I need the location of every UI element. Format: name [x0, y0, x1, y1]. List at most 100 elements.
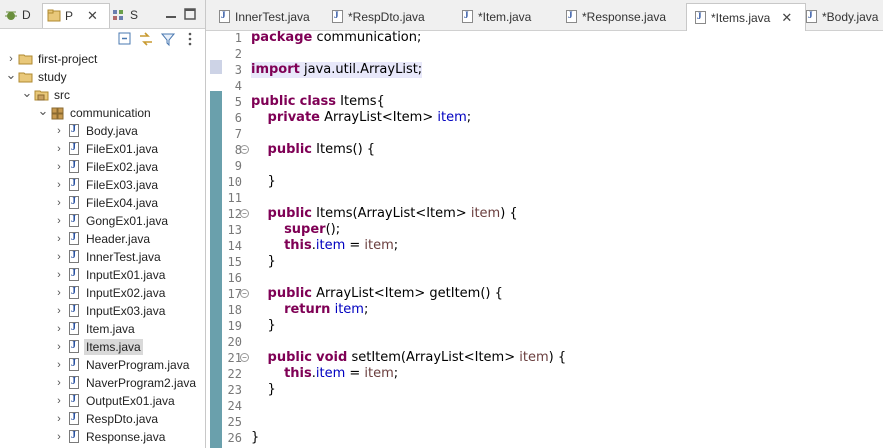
- close-icon[interactable]: ✕: [87, 8, 98, 24]
- editor-tab[interactable]: *Body.java: [798, 4, 883, 29]
- line-number: 16: [227, 271, 242, 285]
- tree-item[interactable]: › FileEx02.java: [0, 158, 205, 176]
- tree-item[interactable]: › first-project: [0, 50, 205, 68]
- chevron-right-icon[interactable]: ›: [54, 140, 64, 158]
- tree-item[interactable]: › Header.java: [0, 230, 205, 248]
- tree-item[interactable]: › FileEx03.java: [0, 176, 205, 194]
- tree-item[interactable]: ⌄ src: [0, 84, 205, 104]
- tab-servers[interactable]: S: [112, 3, 138, 27]
- line-number: 8: [234, 143, 242, 157]
- editor-tab-label: *RespDto.java: [348, 9, 425, 24]
- java-file-icon: [66, 375, 82, 391]
- servers-icon: [113, 10, 123, 20]
- tree-item[interactable]: › InputEx03.java: [0, 302, 205, 320]
- chevron-down-icon[interactable]: ⌄: [22, 84, 33, 102]
- chevron-right-icon[interactable]: ›: [54, 320, 64, 338]
- tab-debug[interactable]: D: [4, 3, 31, 27]
- code-line: super();: [284, 222, 341, 237]
- chevron-right-icon[interactable]: ›: [54, 158, 64, 176]
- chevron-right-icon[interactable]: ›: [54, 392, 64, 410]
- line-number: 10: [227, 175, 242, 189]
- tree-item-label: RespDto.java: [86, 412, 159, 426]
- editor-tab-label: *Response.java: [582, 9, 667, 24]
- chevron-right-icon[interactable]: ›: [54, 194, 64, 212]
- tree-item[interactable]: › GongEx01.java: [0, 212, 205, 230]
- line-number: 15: [227, 255, 242, 269]
- chevron-right-icon[interactable]: ›: [54, 374, 64, 392]
- chevron-right-icon[interactable]: ›: [54, 410, 64, 428]
- filter-icon[interactable]: [160, 31, 176, 47]
- chevron-right-icon[interactable]: ›: [54, 212, 64, 230]
- tree-item[interactable]: › RespDto.java: [0, 410, 205, 428]
- fold-toggle-icon[interactable]: −: [240, 289, 249, 298]
- tree-item[interactable]: › InputEx02.java: [0, 284, 205, 302]
- tree-item[interactable]: › Body.java: [0, 122, 205, 140]
- editor-tab[interactable]: *Item.java: [454, 4, 564, 29]
- chevron-right-icon[interactable]: ›: [54, 266, 64, 284]
- tab-package-explorer[interactable]: P ✕: [42, 3, 110, 28]
- package-icon: [50, 105, 66, 121]
- tree-item[interactable]: › OutputEx01.java: [0, 392, 205, 410]
- editor-tab[interactable]: *Items.java ✕: [686, 3, 806, 31]
- chevron-right-icon[interactable]: ›: [54, 248, 64, 266]
- tree-item[interactable]: › NaverProgram2.java: [0, 374, 205, 392]
- chevron-right-icon[interactable]: ›: [54, 284, 64, 302]
- chevron-right-icon[interactable]: ›: [54, 122, 64, 140]
- code-line: public class Items{: [251, 94, 385, 109]
- java-file-icon: [66, 321, 82, 337]
- chevron-right-icon[interactable]: ›: [54, 302, 64, 320]
- tree-item-label: Item.java: [86, 322, 135, 336]
- tree-item[interactable]: › Items.java: [0, 338, 205, 356]
- chevron-right-icon[interactable]: ›: [54, 356, 64, 374]
- tree-item-label: study: [38, 70, 67, 84]
- fold-toggle-icon[interactable]: −: [240, 209, 249, 218]
- java-file-icon: [66, 213, 82, 229]
- line-number: 26: [227, 431, 242, 445]
- link-with-editor-icon[interactable]: [138, 31, 154, 47]
- tree-item[interactable]: › InputEx01.java: [0, 266, 205, 284]
- code-editor: InnerTest.java *RespDto.java *Item.java *Re…: [206, 0, 883, 448]
- fold-toggle-icon[interactable]: −: [240, 353, 249, 362]
- fold-toggle-icon[interactable]: −: [240, 145, 249, 154]
- tree-item[interactable]: › InnerTest.java: [0, 248, 205, 266]
- tree-item[interactable]: ⌄ communication: [0, 102, 205, 122]
- minimize-icon[interactable]: [165, 8, 177, 20]
- editor-tab[interactable]: *Response.java: [558, 4, 692, 29]
- tab-servers-label: S: [130, 8, 139, 22]
- code-line: import java.util.ArrayList;: [251, 62, 423, 78]
- java-file-icon: [66, 123, 82, 139]
- tab-package-explorer-label: P: [65, 9, 74, 23]
- java-file-icon: [66, 159, 82, 175]
- change-marker-bar: [210, 91, 222, 448]
- chevron-right-icon[interactable]: ›: [54, 428, 64, 446]
- chevron-right-icon[interactable]: ›: [54, 338, 64, 356]
- editor-tab[interactable]: *RespDto.java: [324, 4, 460, 29]
- tree-item[interactable]: › Item.java: [0, 320, 205, 338]
- code-line: this.item = item;: [284, 366, 399, 381]
- editor-tab[interactable]: InnerTest.java: [211, 4, 331, 29]
- collapse-all-icon[interactable]: [117, 31, 133, 47]
- tree-item-label: FileEx02.java: [86, 160, 159, 174]
- tree-item[interactable]: › FileEx01.java: [0, 140, 205, 158]
- chevron-down-icon[interactable]: ⌄: [38, 102, 49, 120]
- java-file-icon: [66, 393, 82, 409]
- tree-item[interactable]: › FileEx04.java: [0, 194, 205, 212]
- line-number: 18: [227, 303, 242, 317]
- tree-item-label: Items.java: [84, 339, 143, 355]
- package-explorer-icon: [47, 9, 61, 22]
- close-icon[interactable]: ✕: [781, 10, 792, 26]
- chevron-right-icon[interactable]: ›: [54, 230, 64, 248]
- tree-item[interactable]: › Response.java: [0, 428, 205, 446]
- code-line: this.item = item;: [284, 238, 399, 253]
- chevron-right-icon[interactable]: ›: [54, 176, 64, 194]
- maximize-icon[interactable]: [184, 8, 196, 20]
- editor-tab-label: InnerTest.java: [235, 9, 310, 24]
- tree-item[interactable]: › NaverProgram.java: [0, 356, 205, 374]
- line-number: 3: [234, 63, 242, 77]
- view-menu-icon[interactable]: [184, 31, 200, 47]
- java-file-icon: [66, 285, 82, 301]
- java-file-icon: [66, 141, 82, 157]
- line-number: 2: [234, 47, 242, 61]
- chevron-down-icon[interactable]: ⌄: [6, 66, 17, 84]
- line-number: 1: [234, 31, 242, 45]
